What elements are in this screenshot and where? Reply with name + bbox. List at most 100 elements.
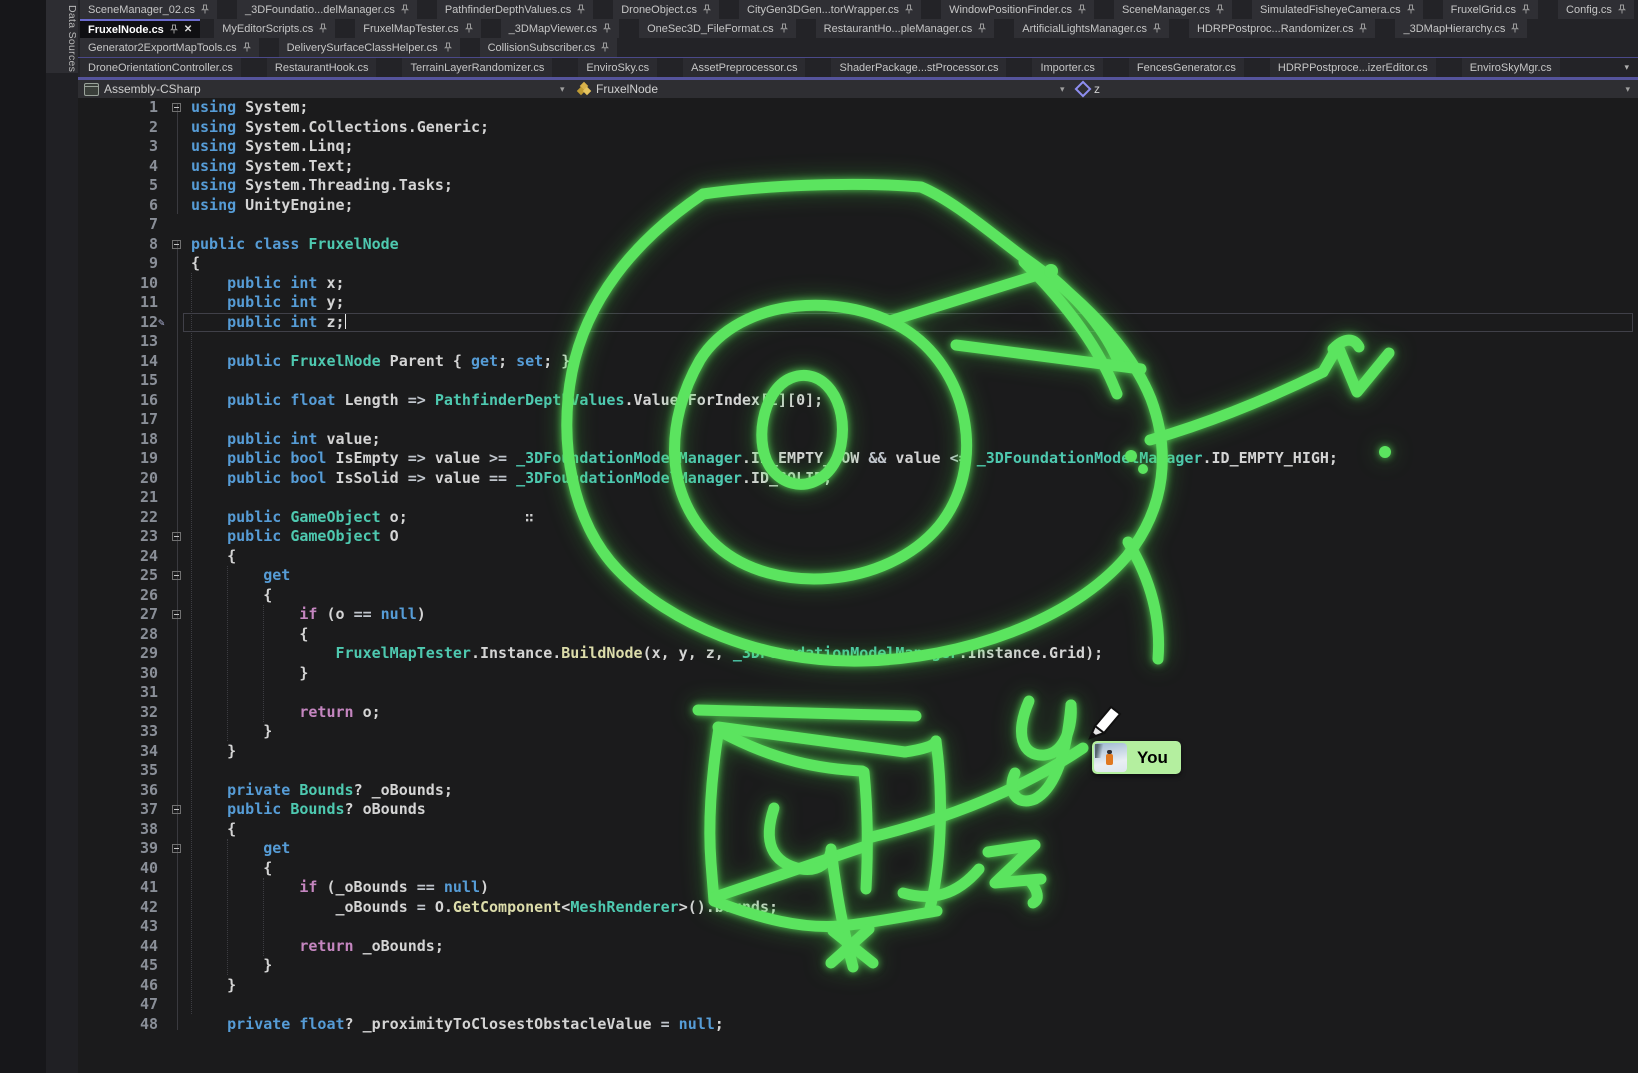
- code-text[interactable]: {: [191, 586, 272, 606]
- code-text[interactable]: }: [191, 664, 308, 684]
- pin-icon[interactable]: [601, 42, 609, 53]
- pin-icon[interactable]: [401, 4, 409, 15]
- code-text[interactable]: public FruxelNode Parent { get; set; }: [191, 352, 570, 372]
- tab-Config.cs[interactable]: Config.cs: [1558, 0, 1634, 19]
- pin-icon[interactable]: [1511, 23, 1519, 34]
- code-text[interactable]: using System.Collections.Generic;: [191, 118, 489, 138]
- pin-icon[interactable]: [170, 24, 178, 35]
- code-text[interactable]: get: [191, 566, 290, 586]
- pin-icon[interactable]: [201, 4, 209, 15]
- code-text[interactable]: private float? _proximityToClosestObstac…: [191, 1015, 724, 1035]
- pin-icon[interactable]: [780, 23, 788, 34]
- pin-icon[interactable]: [1153, 23, 1161, 34]
- code-text[interactable]: }: [191, 976, 236, 996]
- pin-icon[interactable]: [465, 23, 473, 34]
- pin-icon[interactable]: [319, 23, 327, 34]
- tab-FruxelMapTester.cs[interactable]: FruxelMapTester.cs: [355, 19, 480, 38]
- tab-SimulatedFisheyeCamera.cs[interactable]: SimulatedFisheyeCamera.cs: [1252, 0, 1423, 19]
- tab-PathfinderDepthValues.cs[interactable]: PathfinderDepthValues.cs: [437, 0, 593, 19]
- tab-EnviroSkyMgr.cs[interactable]: EnviroSkyMgr.cs: [1462, 58, 1560, 77]
- fold-collapse-icon[interactable]: [172, 844, 181, 853]
- fold-collapse-icon[interactable]: [172, 103, 181, 112]
- code-text[interactable]: public int z;: [191, 313, 346, 333]
- code-text[interactable]: public GameObject O: [191, 527, 399, 547]
- code-text[interactable]: using UnityEngine;: [191, 196, 354, 216]
- tab-RestaurantHook.cs[interactable]: RestaurantHook.cs: [267, 58, 377, 77]
- code-text[interactable]: if (o == null): [191, 605, 426, 625]
- breadcrumb-project[interactable]: Assembly-CSharp: [84, 80, 201, 98]
- pin-icon[interactable]: [1216, 4, 1224, 15]
- tab-FruxelNode.cs[interactable]: FruxelNode.cs✕: [80, 19, 200, 38]
- breadcrumb-type[interactable]: FruxelNode: [578, 80, 658, 98]
- tab-RestaurantHo...pleManager.cs[interactable]: RestaurantHo...pleManager.cs: [816, 19, 995, 38]
- tab-DeliverySurfaceClassHelper.cs[interactable]: DeliverySurfaceClassHelper.cs: [279, 38, 460, 57]
- tab-_3DFoundatio...delManager.cs[interactable]: _3DFoundatio...delManager.cs: [237, 0, 417, 19]
- code-text[interactable]: using System.Threading.Tasks;: [191, 176, 453, 196]
- code-text[interactable]: public GameObject o;: [191, 508, 408, 528]
- tab-Generator2ExportMapTools.cs[interactable]: Generator2ExportMapTools.cs: [80, 38, 259, 57]
- fold-collapse-icon[interactable]: [172, 610, 181, 619]
- pin-icon[interactable]: [243, 42, 251, 53]
- fold-collapse-icon[interactable]: [172, 571, 181, 580]
- fold-collapse-icon[interactable]: [172, 805, 181, 814]
- breadcrumb-member-dropdown[interactable]: ▾: [1625, 80, 1630, 98]
- code-text[interactable]: {: [191, 625, 308, 645]
- pin-icon[interactable]: [905, 4, 913, 15]
- code-text[interactable]: using System;: [191, 98, 308, 118]
- tab-SceneManager.cs[interactable]: SceneManager.cs: [1114, 0, 1232, 19]
- close-icon[interactable]: ✕: [184, 24, 192, 35]
- code-text[interactable]: {: [191, 820, 236, 840]
- tab-_3DMapHierarchy.cs[interactable]: _3DMapHierarchy.cs: [1395, 19, 1527, 38]
- pin-icon[interactable]: [1078, 4, 1086, 15]
- pin-icon[interactable]: [1407, 4, 1415, 15]
- pin-icon[interactable]: [1522, 4, 1530, 15]
- code-text[interactable]: private Bounds? _oBounds;: [191, 781, 453, 801]
- breadcrumb-member[interactable]: z: [1077, 80, 1100, 98]
- tab-FruxelGrid.cs[interactable]: FruxelGrid.cs: [1443, 0, 1538, 19]
- pin-icon[interactable]: [703, 4, 711, 15]
- tab-HDRPPostproc...Randomizer.cs[interactable]: HDRPPostproc...Randomizer.cs: [1189, 19, 1376, 38]
- tab-Importer.cs[interactable]: Importer.cs: [1032, 58, 1102, 77]
- code-text[interactable]: public float Length => PathfinderDepthVa…: [191, 391, 823, 411]
- code-editor[interactable]: 1using System;2using System.Collections.…: [78, 98, 1638, 1073]
- code-text[interactable]: using System.Text;: [191, 157, 354, 177]
- code-text[interactable]: public class FruxelNode: [191, 235, 399, 255]
- code-text[interactable]: {: [191, 547, 236, 567]
- tab-DroneOrientationController.cs[interactable]: DroneOrientationController.cs: [80, 58, 241, 77]
- tab-overflow-icon[interactable]: ▾: [1615, 58, 1638, 77]
- tab-CollisionSubscriber.cs[interactable]: CollisionSubscriber.cs: [480, 38, 618, 57]
- pin-icon[interactable]: [603, 23, 611, 34]
- code-text[interactable]: public Bounds? oBounds: [191, 800, 426, 820]
- code-text[interactable]: FruxelMapTester.Instance.BuildNode(x, y,…: [191, 644, 1103, 664]
- pin-icon[interactable]: [1618, 4, 1626, 15]
- code-text[interactable]: {: [191, 254, 200, 274]
- fold-collapse-icon[interactable]: [172, 532, 181, 541]
- tab-DroneObject.cs[interactable]: DroneObject.cs: [613, 0, 719, 19]
- sidebar-tab-data-sources[interactable]: Data Sources: [46, 0, 78, 73]
- tab-ShaderPackage...stProcessor.cs[interactable]: ShaderPackage...stProcessor.cs: [831, 58, 1006, 77]
- tab-TerrainLayerRandomizer.cs[interactable]: TerrainLayerRandomizer.cs: [402, 58, 552, 77]
- tab-AssetPreprocessor.cs[interactable]: AssetPreprocessor.cs: [683, 58, 805, 77]
- tab-MyEditorScripts.cs[interactable]: MyEditorScripts.cs: [214, 19, 335, 38]
- code-text[interactable]: if (_oBounds == null): [191, 878, 489, 898]
- code-text[interactable]: }: [191, 956, 272, 976]
- pin-icon[interactable]: [577, 4, 585, 15]
- fold-collapse-icon[interactable]: [172, 240, 181, 249]
- code-text[interactable]: _oBounds = O.GetComponent<MeshRenderer>(…: [191, 898, 778, 918]
- code-text[interactable]: public int y;: [191, 293, 345, 313]
- tab-HDRPPostproce...izerEditor.cs[interactable]: HDRPPostproce...izerEditor.cs: [1270, 58, 1436, 77]
- breadcrumb-type-dropdown[interactable]: ▾: [1060, 80, 1065, 98]
- code-text[interactable]: public bool IsSolid => value == _3DFound…: [191, 469, 832, 489]
- pin-icon[interactable]: [1359, 23, 1367, 34]
- tab-EnviroSky.cs[interactable]: EnviroSky.cs: [578, 58, 657, 77]
- code-text[interactable]: }: [191, 722, 272, 742]
- tab-FencesGenerator.cs[interactable]: FencesGenerator.cs: [1129, 58, 1244, 77]
- code-text[interactable]: using System.Linq;: [191, 137, 354, 157]
- pin-icon[interactable]: [444, 42, 452, 53]
- code-text[interactable]: public int x;: [191, 274, 345, 294]
- tab-ArtificialLightsManager.cs[interactable]: ArtificialLightsManager.cs: [1014, 19, 1169, 38]
- code-text[interactable]: }: [191, 742, 236, 762]
- tab-_3DMapViewer.cs[interactable]: _3DMapViewer.cs: [501, 19, 619, 38]
- code-text[interactable]: public bool IsEmpty => value >= _3DFound…: [191, 449, 1338, 469]
- code-text[interactable]: return o;: [191, 703, 381, 723]
